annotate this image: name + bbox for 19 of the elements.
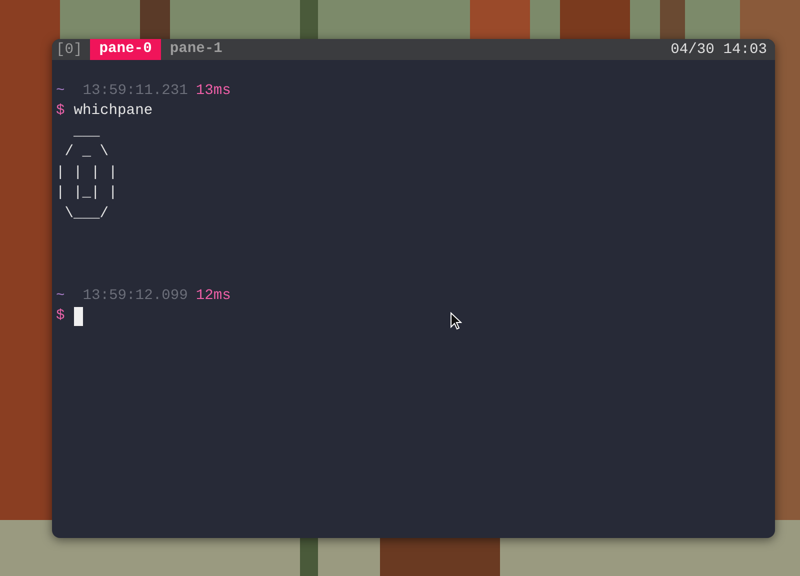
timestamp: 13:59:11.231 [82, 82, 188, 100]
prompt-symbol: $ [56, 307, 65, 326]
timestamp: 13:59:12.099 [82, 286, 188, 306]
command-text: whichpane [74, 102, 153, 121]
output-line: | |_| | [56, 184, 118, 203]
mouse-pointer-icon [450, 312, 462, 330]
output-line: ___ [72, 122, 100, 142]
clock-text: 04/30 14:03 [670, 42, 767, 58]
window-tab[interactable]: pane-1 [160, 39, 232, 60]
output-line: / _ \ [64, 143, 109, 162]
window-tab[interactable]: pane-0 [90, 39, 161, 60]
output-line: \___/ [64, 204, 109, 224]
duration-text: 13ms [196, 82, 231, 100]
session-index: [0] [56, 42, 82, 58]
directory-text: ~ [56, 82, 65, 100]
output-line: | | | | [56, 164, 118, 182]
directory-text: ~ [56, 286, 65, 306]
prompt-symbol: $ [56, 102, 65, 121]
duration-text: 12ms [196, 286, 231, 306]
